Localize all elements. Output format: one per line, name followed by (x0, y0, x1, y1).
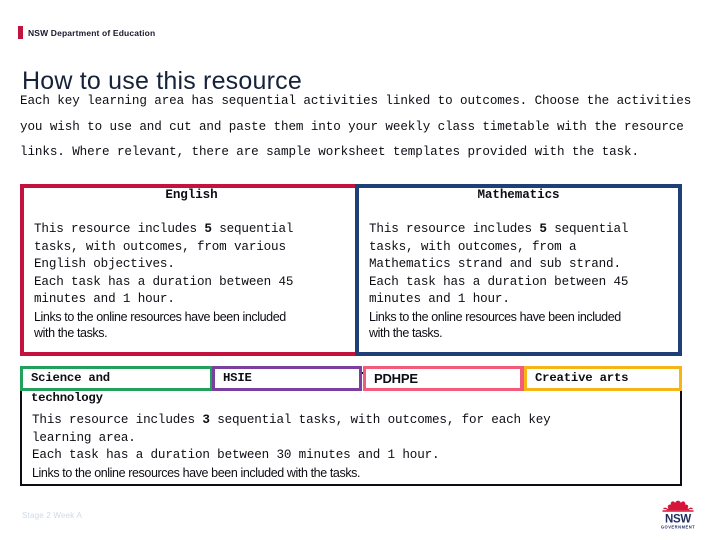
panel-line: minutes and 1 hour. (34, 292, 175, 306)
stage-label: Stage 2 Week A (22, 511, 83, 520)
panel-line: Mathematics strand and sub strand. (369, 257, 621, 271)
tab-hsie[interactable]: HSIE (212, 366, 362, 391)
panel-line: with the tasks. (34, 326, 108, 340)
lower-line: Links to the online resources have been … (32, 465, 361, 480)
lower-content-text: This resource includes 3 sequential task… (32, 412, 672, 481)
waratah-icon: NSW GOVERNMENT (661, 500, 695, 529)
panel-line: This resource includes 5 sequential (34, 222, 294, 236)
tab-science-and-technology[interactable]: Science and technology (20, 366, 213, 405)
panel-line: with the tasks. (369, 326, 443, 340)
brand-bar: NSW Department of Education (18, 26, 155, 39)
panel-english: English This resource includes 5 sequent… (20, 184, 363, 356)
panel-line: This resource includes 5 sequential (369, 222, 629, 236)
panel-line: Each task has a duration between 45 (369, 274, 629, 289)
panel-line: minutes and 1 hour. (369, 292, 510, 306)
nsw-government-logo: NSW GOVERNMENT (652, 498, 704, 532)
brand-text: NSW Department of Education (28, 27, 156, 38)
tab-creative-arts[interactable]: Creative arts (524, 366, 682, 391)
lower-line: learning area. (32, 430, 136, 445)
lower-line: Each task has a duration between 30 minu… (32, 448, 440, 462)
intro-paragraph: Each key learning area has sequential ac… (20, 94, 692, 159)
lower-line: This resource includes 3 sequential task… (32, 413, 551, 427)
panel-mathematics-body: This resource includes 5 sequential task… (359, 221, 678, 342)
panel-line: Links to the online resources have been … (34, 309, 286, 324)
panel-line: Links to the online resources have been … (369, 309, 621, 324)
tab-label: HSIE (223, 371, 252, 385)
panel-line: Each task has a duration between 45 (34, 274, 294, 289)
panel-mathematics: Mathematics This resource includes 5 seq… (355, 184, 682, 356)
panel-line: tasks, with outcomes, from a (369, 239, 577, 254)
panel-english-body: This resource includes 5 sequential task… (24, 221, 359, 342)
panel-line: tasks, with outcomes, from various (34, 239, 286, 254)
tab-label-overflow: technology (31, 391, 103, 405)
panel-english-heading: English (165, 188, 218, 202)
tab-pdhpe[interactable]: PDHPE (363, 366, 523, 391)
panel-mathematics-heading: Mathematics (477, 188, 560, 202)
brand-accent-tick-icon (18, 26, 23, 39)
tab-label: Creative arts (535, 371, 629, 385)
tab-label: Science and (31, 371, 110, 385)
panel-line: English objectives. (34, 257, 175, 271)
tab-label: PDHPE (374, 371, 418, 386)
government-wordmark: GOVERNMENT (661, 524, 695, 529)
